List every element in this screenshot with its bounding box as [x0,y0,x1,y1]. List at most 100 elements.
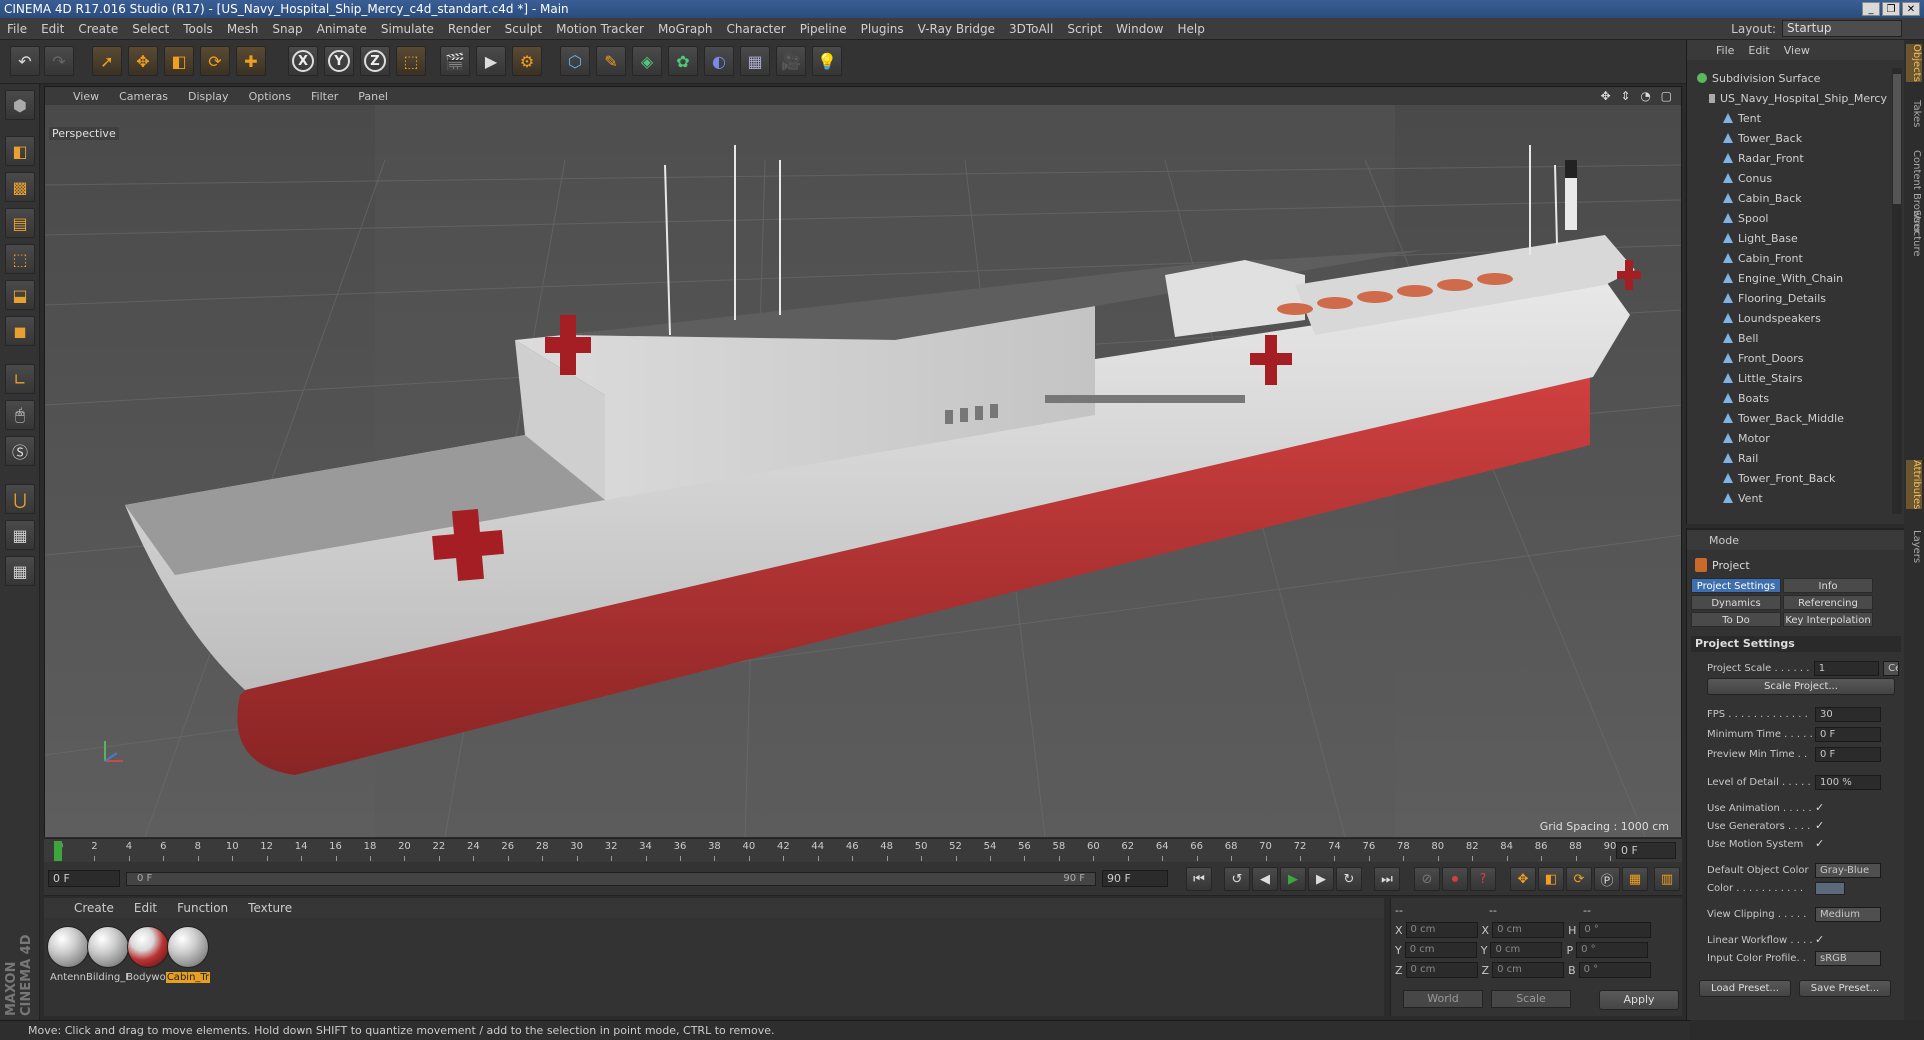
load-preset-button[interactable]: Load Preset... [1699,980,1791,997]
next-frame-icon[interactable]: ▶ [1308,867,1334,891]
side-tab-layers[interactable]: Layers [1906,530,1922,563]
prev-frame-icon[interactable]: ◀ [1252,867,1278,891]
side-tab-takes[interactable]: Takes [1906,100,1922,127]
menu-window[interactable]: Window [1109,22,1170,36]
object-tree-item[interactable]: Vent [1687,488,1887,508]
color-swatch[interactable] [1815,881,1845,895]
object-tree-item[interactable]: Cabin_Back [1687,188,1887,208]
coordinate-system-icon[interactable]: ⬚ [396,46,426,76]
scale-tool-icon[interactable]: ◧ [164,46,194,76]
object-tree-item[interactable]: Motor [1687,428,1887,448]
timeline-playhead[interactable] [54,841,62,861]
apply-button[interactable]: Apply [1599,990,1679,1010]
viewport-menu-filter[interactable]: Filter [301,90,348,103]
texture-mode-icon[interactable]: ▩ [5,172,35,202]
menu-mograph[interactable]: MoGraph [651,22,720,36]
default-object-color-dropdown[interactable]: Gray-Blue [1815,862,1881,878]
material-swatch[interactable]: Bilding_F [86,926,131,983]
move-tool-icon[interactable]: ✥ [128,46,158,76]
viewport-menu-display[interactable]: Display [178,90,239,103]
tweak-mode-icon[interactable]: 🖱 [5,400,35,430]
menu-motion-tracker[interactable]: Motion Tracker [549,22,651,36]
start-frame-field[interactable]: 0 F [48,870,120,887]
material-menu-texture[interactable]: Texture [238,901,302,915]
menu-sculpt[interactable]: Sculpt [498,22,549,36]
object-tree-item[interactable]: Tower_Front_Back [1687,468,1887,488]
record-keyframe-icon[interactable]: ⊘ [1414,867,1440,891]
menu-tools[interactable]: Tools [176,22,220,36]
coord-value-field[interactable]: 0 cm [1405,962,1478,978]
coord-scale-dropdown[interactable]: Scale [1491,990,1571,1008]
redo-icon[interactable]: ↷ [44,46,74,76]
workplane-icon[interactable]: ▤ [5,208,35,238]
tab-dynamics[interactable]: Dynamics [1691,595,1781,610]
key-parameter-icon[interactable]: Ⓟ [1594,867,1620,891]
locked-workplane-icon[interactable]: ▦ [5,520,35,550]
object-tree-item[interactable]: Light_Base [1687,228,1887,248]
object-tree-item[interactable]: Tent [1687,108,1887,128]
menu-simulate[interactable]: Simulate [374,22,441,36]
menu-file[interactable]: File [0,22,34,36]
object-tree-item[interactable]: Loundspeakers [1687,308,1887,328]
menu-create[interactable]: Create [71,22,125,36]
material-menu-function[interactable]: Function [167,901,238,915]
y-axis-lock-button[interactable]: Y [324,46,354,76]
frame-range-slider[interactable]: 0 F 90 F [126,872,1096,886]
deformer-icon[interactable]: ◐ [704,46,734,76]
planar-workplane-icon[interactable]: ▦ [5,556,35,586]
tab-to-do[interactable]: To Do [1691,612,1781,627]
menu-snap[interactable]: Snap [265,22,309,36]
side-tab-objects[interactable]: Objects [1906,44,1922,82]
camera-icon[interactable]: 🎥 [776,46,806,76]
side-tab-structure[interactable]: Structure [1906,210,1922,257]
material-swatch[interactable]: Antenn [46,926,90,983]
layout-dropdown[interactable]: Startup [1782,20,1902,37]
keyframe-selection-icon[interactable]: ? [1470,867,1496,891]
menu-character[interactable]: Character [719,22,792,36]
object-tree-item[interactable]: Little_Stairs [1687,368,1887,388]
tab-info[interactable]: Info [1783,578,1873,593]
snapping-icon[interactable]: Ⓢ [5,436,35,466]
menu-edit[interactable]: Edit [34,22,71,36]
render-picture-viewer-icon[interactable]: ▶ [476,46,506,76]
model-mode-icon[interactable]: ◧ [5,136,35,166]
coord-value-field[interactable]: 0 cm [1405,922,1478,938]
menu-3dtoall[interactable]: 3DToAll [1002,22,1060,36]
viewport-camera-label[interactable]: Perspective [49,127,119,140]
transform-tool-icon[interactable]: ✚ [236,46,266,76]
project-scale-unit[interactable]: Ce [1883,660,1899,676]
project-scale-field[interactable]: 1 [1813,660,1880,676]
close-button[interactable]: ✕ [1902,2,1920,16]
object-menu-file[interactable]: File [1709,44,1741,57]
object-menu-view[interactable]: View [1777,44,1817,57]
end-frame-field[interactable]: 90 F [1102,870,1168,887]
menu-pipeline[interactable]: Pipeline [793,22,854,36]
viewport-menu-view[interactable]: View [63,90,109,103]
minimize-button[interactable]: _ [1862,2,1880,16]
object-tree-item[interactable]: Bell [1687,328,1887,348]
level-of-detail-field[interactable]: 100 % [1815,774,1881,790]
mograph-cloner-icon[interactable]: ✿ [668,46,698,76]
cube-primitive-icon[interactable]: ⬡ [560,46,590,76]
linear-workflow-checkbox[interactable]: ✓ [1815,934,1827,946]
next-keyframe-icon[interactable]: ↻ [1336,867,1362,891]
scale-project-button[interactable]: Scale Project... [1707,678,1895,695]
view-clipping-dropdown[interactable]: Medium [1815,906,1881,922]
rotate-tool-icon[interactable]: ⟳ [200,46,230,76]
save-preset-button[interactable]: Save Preset... [1799,980,1891,997]
subdivision-icon[interactable]: ◈ [632,46,662,76]
edges-mode-icon[interactable]: ⬓ [5,280,35,310]
key-rotation-icon[interactable]: ⟳ [1566,867,1592,891]
play-icon[interactable]: ▶ [1280,867,1306,891]
object-tree-item[interactable]: Front_Doors [1687,348,1887,368]
tab-key-interpolation[interactable]: Key Interpolation [1783,612,1873,627]
key-scale-icon[interactable]: ◧ [1538,867,1564,891]
viewport-menu-cameras[interactable]: Cameras [109,90,178,103]
magnet-icon[interactable]: ⋃ [5,484,35,514]
object-tree-item[interactable]: Engine_With_Chain [1687,268,1887,288]
timeline-window-icon[interactable]: ▥ [1654,867,1680,891]
restore-button[interactable]: ❐ [1882,2,1900,16]
current-frame-field[interactable]: 0 F [1616,842,1676,859]
material-menu-create[interactable]: Create [64,901,124,915]
prev-keyframe-icon[interactable]: ↺ [1224,867,1250,891]
